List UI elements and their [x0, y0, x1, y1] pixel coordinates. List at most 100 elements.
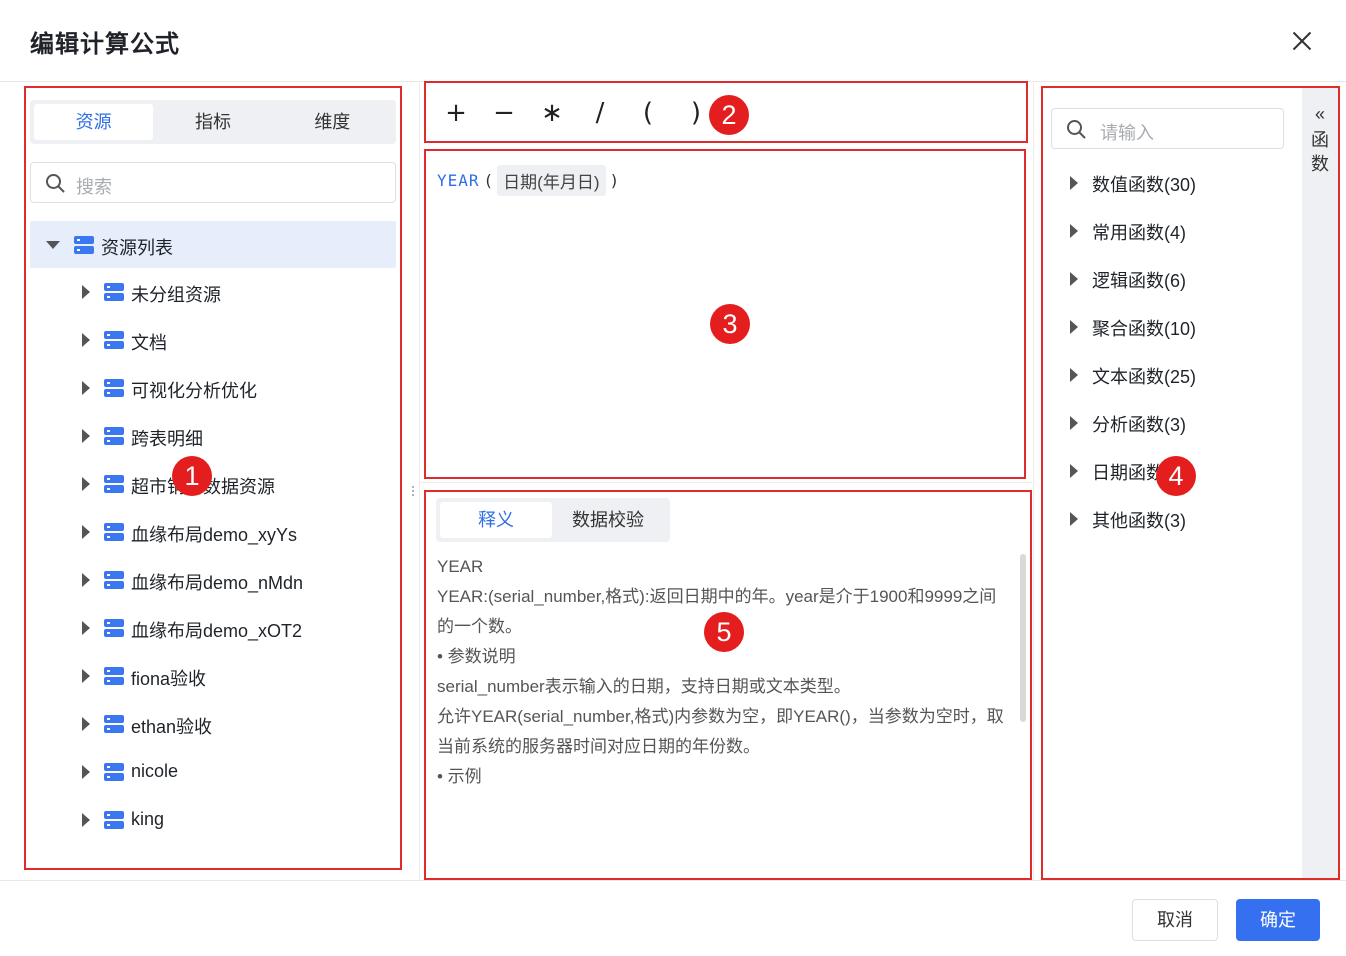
function-category-label: 分析函数(3)	[1092, 415, 1186, 435]
caret-right-icon[interactable]	[1070, 416, 1078, 430]
tree-item-label: 跨表明细	[131, 429, 203, 449]
annotation-badge-5: 5	[704, 612, 744, 652]
caret-right-icon[interactable]	[1070, 224, 1078, 238]
database-icon	[104, 763, 124, 781]
database-icon	[104, 427, 124, 445]
function-category-label: 常用函数(4)	[1092, 223, 1186, 243]
divide-operator-button[interactable]: /	[584, 97, 616, 129]
side-label: 函 数	[1302, 128, 1338, 176]
function-category[interactable]: 分析函数(3)	[1070, 408, 1270, 438]
description-body: YEAR YEAR:(serial_number,格式):返回日期中的年。yea…	[437, 552, 1007, 798]
resource-panel: 资源 指标 维度 搜索 资源列表 未分组资源文档可视化分析优化跨表明细超市销售数…	[26, 88, 400, 868]
tree-item[interactable]: 未分组资源	[30, 268, 396, 316]
multiply-operator-button[interactable]: ∗	[536, 97, 568, 129]
caret-right-icon[interactable]	[82, 765, 90, 779]
caret-right-icon[interactable]	[82, 621, 90, 635]
search-icon	[1067, 120, 1086, 139]
function-category[interactable]: 逻辑函数(6)	[1070, 264, 1270, 294]
tree-item-label: 文档	[131, 333, 167, 353]
dialog-footer: 取消 确定	[0, 880, 1346, 956]
tree-item-label: 血缘布局demo_xyYs	[131, 525, 298, 545]
function-category-label: 聚合函数(10)	[1092, 319, 1197, 339]
caret-right-icon[interactable]	[1070, 368, 1078, 382]
function-search-input[interactable]: 请输入	[1051, 108, 1284, 149]
side-label-char: 函	[1311, 130, 1329, 150]
resource-tabs: 资源 指标 维度	[30, 100, 396, 144]
cancel-button[interactable]: 取消	[1132, 899, 1218, 941]
description-line: serial_number表示输入的日期，支持日期或文本类型。	[437, 677, 851, 696]
formula-close-paren: )	[609, 171, 620, 190]
close-paren-button[interactable]: )	[680, 97, 712, 129]
tree-item[interactable]: 可视化分析优化	[30, 364, 396, 412]
tree-item[interactable]: 血缘布局demo_nMdn	[30, 556, 396, 604]
caret-right-icon[interactable]	[82, 477, 90, 491]
caret-right-icon[interactable]	[82, 381, 90, 395]
tree-item[interactable]: 血缘布局demo_xOT2	[30, 604, 396, 652]
field-chip[interactable]: 日期(年月日)	[497, 165, 606, 196]
tree-item[interactable]: 血缘布局demo_xyYs	[30, 508, 396, 556]
annotation-badge-2: 2	[709, 95, 749, 135]
resource-search-input[interactable]: 搜索	[30, 162, 396, 203]
tab-metrics[interactable]: 指标	[153, 104, 272, 140]
search-icon	[46, 174, 65, 193]
caret-right-icon[interactable]	[1070, 464, 1078, 478]
open-paren-button[interactable]: (	[632, 97, 664, 129]
annotation-badge-4: 4	[1156, 456, 1196, 496]
tab-data-validation[interactable]: 数据校验	[552, 502, 664, 538]
caret-right-icon[interactable]	[82, 285, 90, 299]
function-collapse-strip[interactable]: « 函 数	[1302, 88, 1338, 878]
caret-right-icon[interactable]	[82, 813, 90, 827]
description-line: • 示例	[437, 767, 482, 786]
tree-item[interactable]: 文档	[30, 316, 396, 364]
plus-operator-button[interactable]: +	[440, 97, 472, 129]
caret-down-icon[interactable]	[46, 241, 60, 249]
caret-right-icon[interactable]	[82, 717, 90, 731]
tab-definition[interactable]: 释义	[440, 502, 552, 538]
confirm-button[interactable]: 确定	[1236, 899, 1320, 941]
database-icon	[104, 619, 124, 637]
tree-root-resource-list[interactable]: 资源列表	[30, 221, 396, 268]
caret-right-icon[interactable]	[1070, 176, 1078, 190]
caret-right-icon[interactable]	[82, 669, 90, 683]
caret-right-icon[interactable]	[1070, 512, 1078, 526]
description-tabs: 释义 数据校验	[436, 498, 670, 542]
database-icon	[104, 667, 124, 685]
caret-right-icon[interactable]	[82, 525, 90, 539]
function-category[interactable]: 数值函数(30)	[1070, 168, 1270, 198]
caret-right-icon[interactable]	[82, 429, 90, 443]
tab-dimensions[interactable]: 维度	[273, 104, 392, 140]
caret-right-icon[interactable]	[1070, 272, 1078, 286]
description-line: YEAR	[437, 557, 484, 576]
tree-item[interactable]: 超市销售数据资源	[30, 460, 396, 508]
tree-item[interactable]: king	[30, 796, 396, 844]
function-category-label: 文本函数(25)	[1092, 367, 1197, 387]
tree-item-label: fiona验收	[131, 669, 207, 689]
function-category[interactable]: 聚合函数(10)	[1070, 312, 1270, 342]
tree-item-label: 血缘布局demo_nMdn	[131, 573, 304, 593]
tree-root-label: 资源列表	[101, 238, 173, 258]
tab-resources[interactable]: 资源	[34, 104, 154, 140]
function-category[interactable]: 文本函数(25)	[1070, 360, 1270, 390]
tree-item[interactable]: nicole	[30, 748, 396, 796]
editor-split-line	[420, 482, 1032, 483]
annotation-badge-1: 1	[172, 456, 212, 496]
close-icon[interactable]	[1286, 26, 1318, 56]
dialog-title: 编辑计算公式	[30, 31, 180, 58]
resize-handle[interactable]	[412, 484, 416, 498]
function-category[interactable]: 常用函数(4)	[1070, 216, 1270, 246]
tree-item[interactable]: ethan验收	[30, 700, 396, 748]
description-panel: 释义 数据校验 YEAR YEAR:(serial_number,格式):返回日…	[426, 492, 1030, 878]
tree-item-label: 未分组资源	[131, 285, 221, 305]
minus-operator-button[interactable]: −	[488, 97, 520, 129]
caret-right-icon[interactable]	[1070, 320, 1078, 334]
tree-item[interactable]: fiona验收	[30, 652, 396, 700]
search-placeholder: 搜索	[76, 177, 112, 197]
description-scrollbar[interactable]	[1020, 554, 1026, 722]
formula-line[interactable]: YEAR ( 日期(年月日) )	[437, 165, 623, 196]
function-category[interactable]: 其他函数(3)	[1070, 504, 1270, 534]
caret-right-icon[interactable]	[82, 333, 90, 347]
caret-right-icon[interactable]	[82, 573, 90, 587]
dialog-header: 编辑计算公式	[0, 0, 1346, 82]
tree-item[interactable]: 跨表明细	[30, 412, 396, 460]
collapse-chevron-icon[interactable]: «	[1302, 104, 1338, 125]
